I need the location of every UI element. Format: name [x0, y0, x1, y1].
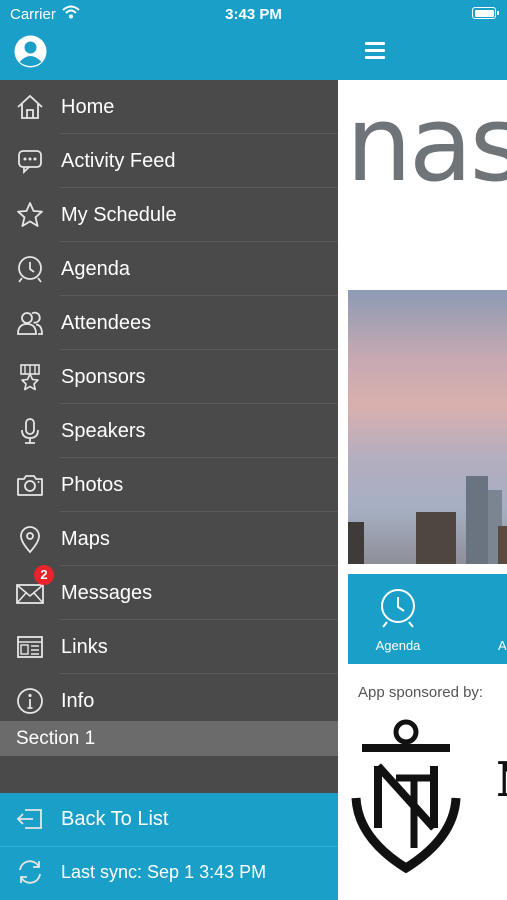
sponsor-anchor-logo[interactable] [348, 718, 464, 874]
home-icon [17, 94, 43, 119]
menu-label-sponsors: Sponsors [61, 366, 146, 388]
chat-bubble-icon [18, 150, 42, 175]
menu-item-speakers[interactable]: Speakers [0, 404, 338, 458]
exit-arrow-icon [16, 809, 42, 829]
menu-item-home[interactable]: Home [0, 80, 338, 134]
clock-icon [18, 256, 42, 283]
sponsor-logo-partial: N [496, 752, 507, 808]
menu-item-sponsors[interactable]: Sponsors [0, 350, 338, 404]
menu-item-my-schedule[interactable]: My Schedule [0, 188, 338, 242]
main-content: nas Agenda A App sponsored by: N [338, 0, 507, 900]
menu-label-info: Info [61, 690, 95, 712]
menu-label-messages: Messages [61, 582, 153, 604]
menu-label-home: Home [61, 96, 115, 118]
event-logo: nas [346, 83, 507, 205]
event-banner-image [348, 290, 507, 564]
menu-item-photos[interactable]: Photos [0, 458, 338, 512]
last-sync-label: Last sync: Sep 1 3:43 PM [61, 862, 267, 882]
status-time: 3:43 PM [225, 6, 282, 23]
messages-unread-badge: 2 [34, 565, 54, 585]
camera-icon [17, 475, 43, 496]
menu-item-activity-feed[interactable]: Activity Feed [0, 134, 338, 188]
menu-label-activity-feed: Activity Feed [61, 150, 176, 172]
menu-item-info[interactable]: Info [0, 674, 338, 728]
menu-item-attendees[interactable]: Attendees [0, 296, 338, 350]
menu-label-agenda: Agenda [61, 258, 130, 280]
menu-label-attendees: Attendees [61, 312, 152, 334]
info-icon [17, 688, 43, 714]
agenda-tile-label[interactable]: Agenda [368, 638, 428, 653]
map-pin-icon [20, 526, 40, 554]
sponsor-badge-icon [20, 364, 40, 391]
section-label: Section 1 [16, 728, 96, 749]
microphone-icon [21, 418, 39, 444]
menu-item-links[interactable]: Links [0, 620, 338, 674]
sync-button[interactable]: Last sync: Sep 1 3:43 PM [0, 846, 338, 899]
sync-icon [19, 860, 41, 884]
hamburger-menu-icon[interactable] [365, 42, 385, 59]
menu-label-photos: Photos [61, 474, 124, 496]
menu-item-maps[interactable]: Maps [0, 512, 338, 566]
back-to-list-button[interactable]: Back To List [0, 793, 338, 846]
menu-label-my-schedule: My Schedule [61, 204, 177, 226]
second-tile-label[interactable]: A [498, 638, 507, 653]
profile-avatar-icon[interactable] [14, 35, 47, 68]
star-icon [17, 202, 43, 227]
sponsor-label: App sponsored by: [358, 684, 484, 701]
menu-label-links: Links [61, 636, 108, 658]
menu-item-agenda[interactable]: Agenda [0, 242, 338, 296]
agenda-tile-clock-icon[interactable] [378, 584, 418, 628]
people-icon [17, 311, 43, 335]
menu-label-speakers: Speakers [61, 420, 146, 442]
back-to-list-label: Back To List [61, 808, 169, 830]
menu-label-maps: Maps [61, 528, 110, 550]
browser-window-icon [17, 636, 43, 658]
